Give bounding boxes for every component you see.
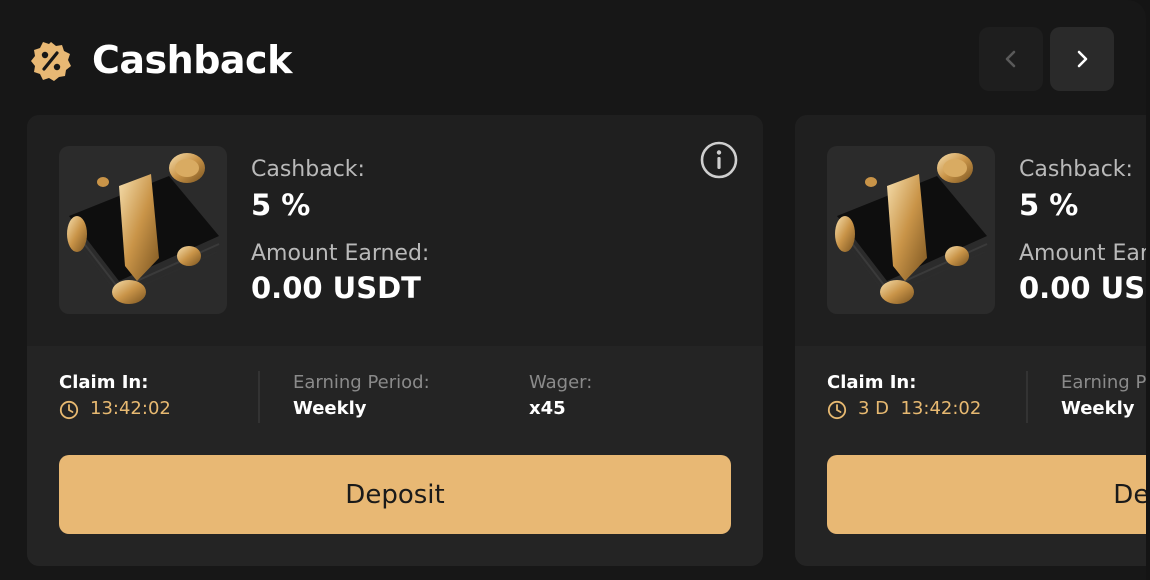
info-icon[interactable] bbox=[699, 140, 739, 180]
chevron-right-icon bbox=[1077, 50, 1088, 68]
wager-label: Wager: bbox=[529, 372, 593, 393]
cashback-card: Cashback: 5 % Amount Earned: 0.00 USDT C… bbox=[27, 115, 763, 566]
earning-period-label: Earning Period: bbox=[293, 372, 430, 393]
previous-button[interactable] bbox=[979, 27, 1043, 91]
earning-period-value: Weekly bbox=[293, 398, 367, 419]
cashback-illustration bbox=[59, 146, 227, 314]
cashback-label: Cashback: bbox=[251, 157, 365, 182]
deposit-button[interactable]: Deposit bbox=[827, 455, 1146, 534]
chevron-left-icon bbox=[1005, 50, 1016, 68]
cashback-card: Cashback: 5 % Amount Earned: 0.00 USDT C… bbox=[795, 115, 1146, 566]
earning-period-value: Weekly bbox=[1061, 398, 1135, 419]
divider bbox=[258, 371, 260, 423]
earning-period-label: Earning Period: bbox=[1061, 372, 1146, 393]
cashback-rate: 5 % bbox=[1019, 188, 1079, 222]
next-button[interactable] bbox=[1050, 27, 1114, 91]
amount-earned-label: Amount Earned: bbox=[1019, 241, 1146, 266]
deposit-button[interactable]: Deposit bbox=[59, 455, 731, 534]
cashback-illustration bbox=[827, 146, 995, 314]
cashback-label: Cashback: bbox=[1019, 157, 1133, 182]
amount-earned-value: 0.00 USDT bbox=[1019, 271, 1146, 305]
percent-badge-icon bbox=[31, 42, 71, 81]
amount-earned-value: 0.00 USDT bbox=[251, 271, 421, 305]
claim-in-label: Claim In: bbox=[59, 372, 149, 393]
wager-value: x45 bbox=[529, 398, 566, 419]
clock-icon bbox=[827, 400, 847, 420]
divider bbox=[1026, 371, 1028, 423]
amount-earned-label: Amount Earned: bbox=[251, 241, 430, 266]
claim-in-label: Claim In: bbox=[827, 372, 917, 393]
cashback-header: Cashback bbox=[0, 0, 1146, 115]
claim-timer: 13:42:02 bbox=[90, 398, 171, 419]
claim-timer: 3 D 13:42:02 bbox=[858, 398, 982, 419]
cashback-rate: 5 % bbox=[251, 188, 311, 222]
clock-icon bbox=[59, 400, 79, 420]
page-title: Cashback bbox=[92, 38, 292, 82]
cashback-panel: Cashback Cashback: 5 % Amount Earned: 0.… bbox=[0, 0, 1146, 580]
